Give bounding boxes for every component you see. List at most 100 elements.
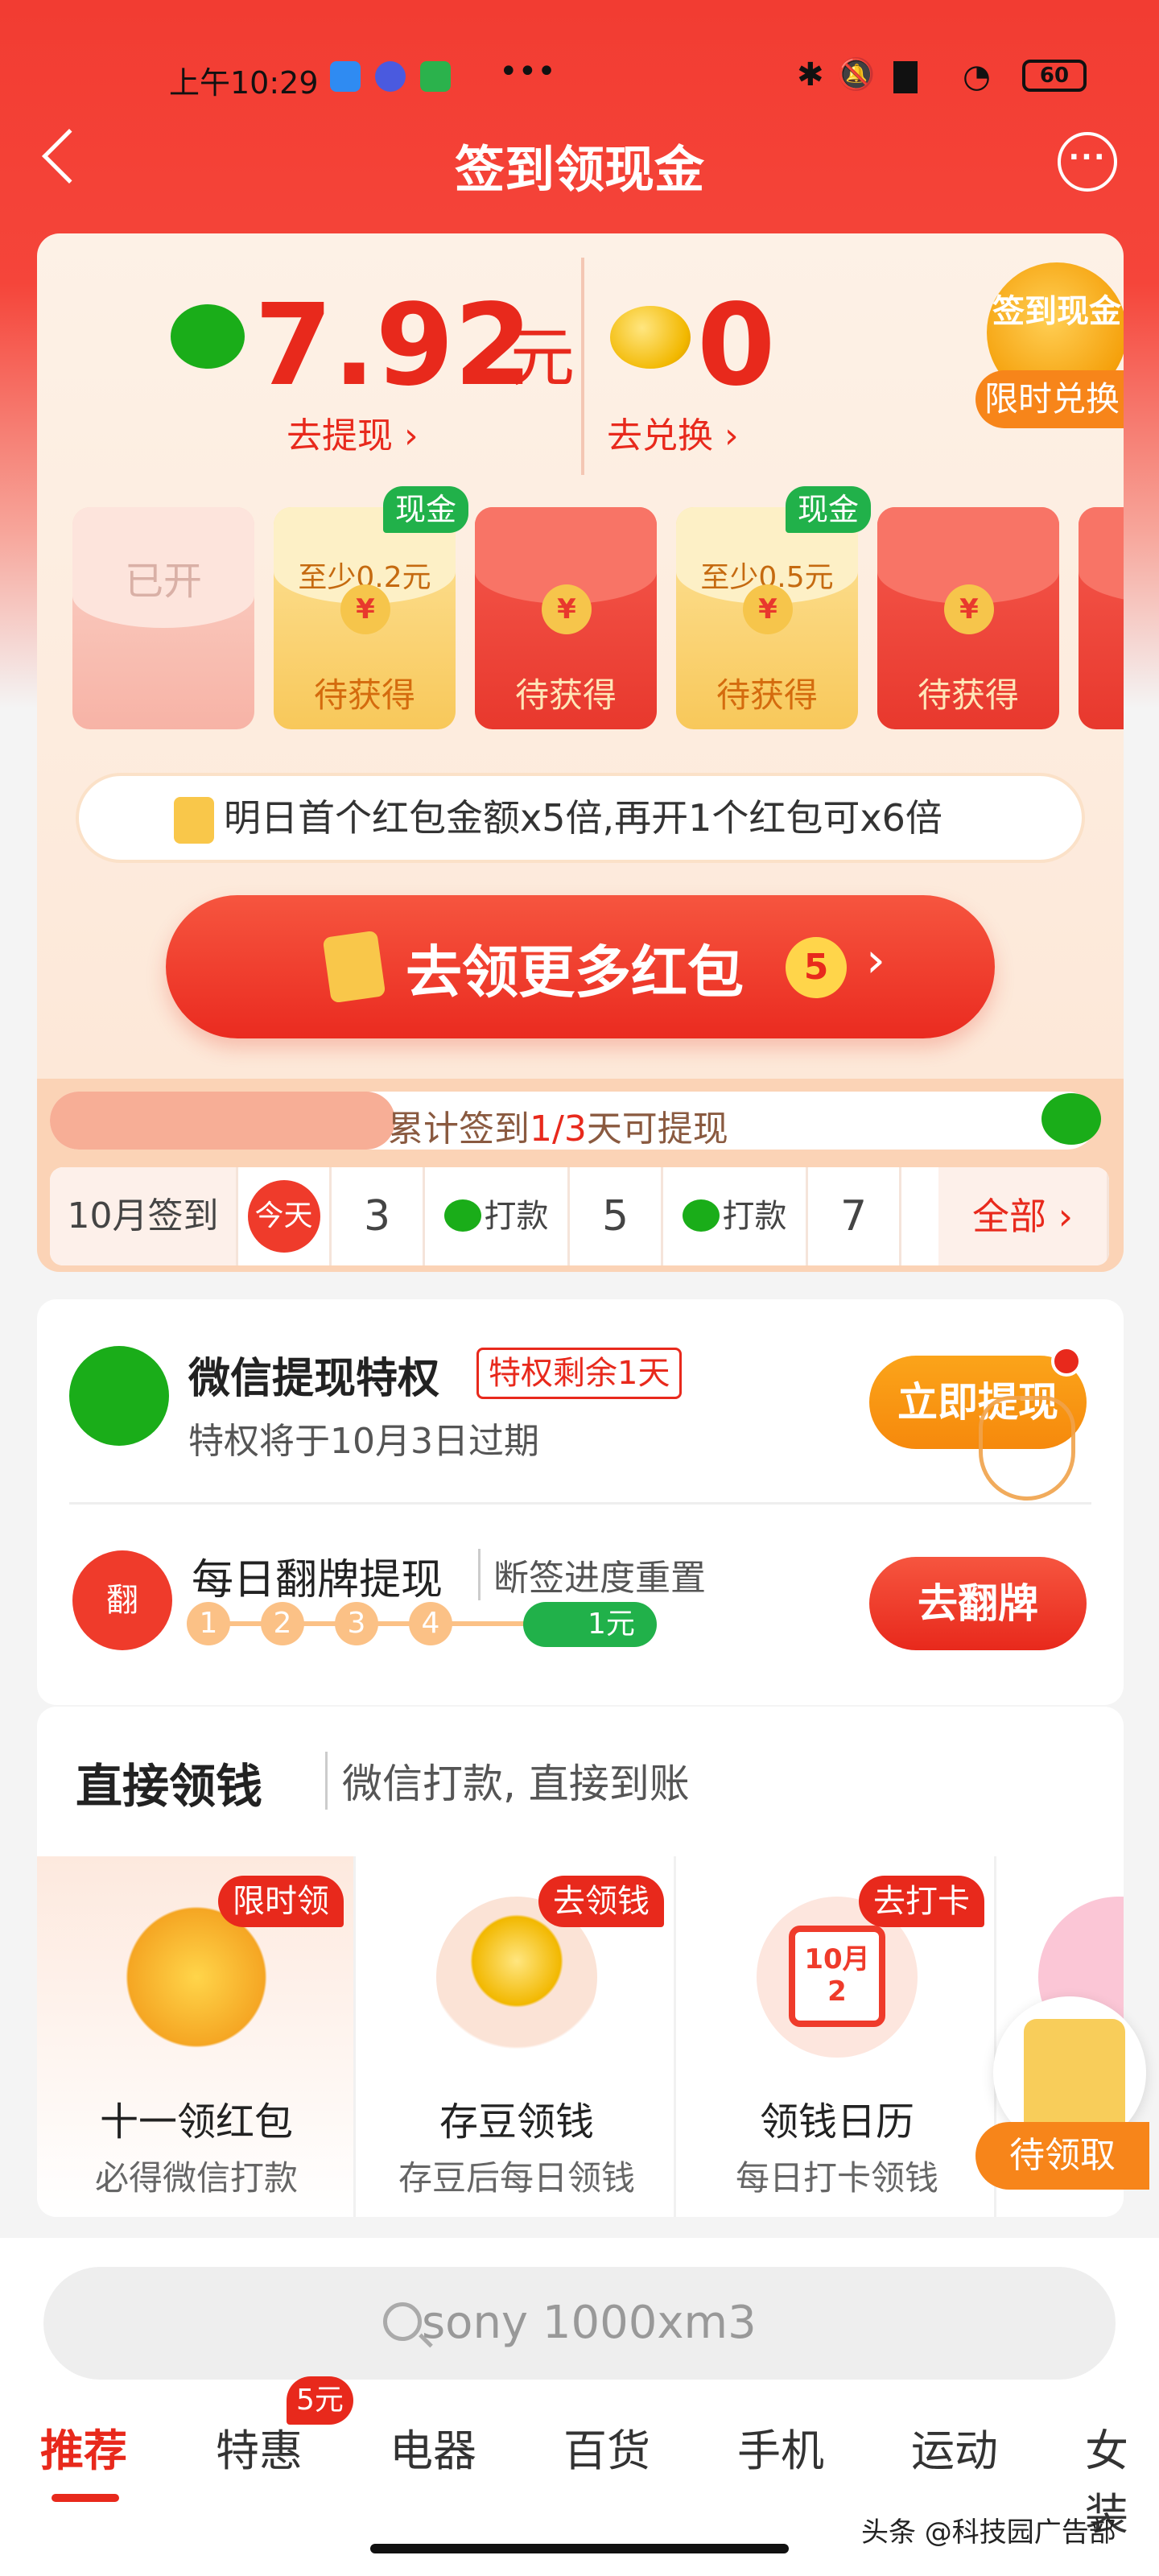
red-envelope-icon	[322, 930, 386, 1004]
active-tab-indicator	[52, 2494, 119, 2502]
day-payout: 打款	[663, 1167, 808, 1265]
more-envelopes-label: 去领更多红包	[406, 939, 744, 1005]
tile-name: 存豆领钱	[439, 2099, 594, 2145]
tile-desc: 每日打卡领钱	[735, 2158, 938, 2198]
view-all-button[interactable]: 全部 ›	[938, 1167, 1109, 1265]
progress-bar: 累计签到1/3天可提现	[50, 1092, 1101, 1150]
tab-recommend[interactable]: 推荐	[40, 2415, 127, 2479]
wifi-icon: ◔	[963, 58, 991, 95]
notification-dot	[1051, 1346, 1082, 1377]
month-signin-label: 10月签到	[50, 1167, 238, 1265]
pending-envelope-float[interactable]: 待领取	[975, 1996, 1149, 2206]
envelope-red[interactable]: ¥ 待获得	[877, 507, 1059, 729]
progress-text: 累计签到1/3天可提现	[388, 1108, 728, 1150]
envelope-red[interactable]: ¥ 待获得	[475, 507, 657, 729]
flip-steps: 1 2 3 4 1元	[187, 1602, 670, 1650]
signin-calendar-strip: 10月签到 今天 3 打款 5 打款 7 全部 ›	[50, 1167, 1109, 1265]
status-time: 上午10:29	[169, 65, 319, 101]
tab-appliances[interactable]: 电器	[390, 2415, 476, 2479]
divider	[581, 258, 584, 475]
pending-label: 待领取	[975, 2122, 1149, 2190]
calendar-date: 10月 2	[789, 1926, 885, 2027]
progress-fill	[50, 1092, 395, 1150]
nav-bar: 签到领现金 ···	[0, 121, 1159, 209]
more-envelopes-button[interactable]: 去领更多红包 5 ›	[166, 895, 995, 1038]
step: 2	[261, 1602, 304, 1645]
direct-money-card: 直接领钱 微信打款, 直接到账 限时领 十一领红包 必得微信打款 去领钱 存豆领…	[37, 1707, 1124, 2217]
withdraw-tasks-card: 微信提现特权 特权剩余1天 特权将于10月3日过期 立即提现 翻 每日翻牌提现 …	[37, 1299, 1124, 1705]
envelope-label: 待获得	[716, 675, 818, 715]
yen-coin-icon: ¥	[340, 584, 390, 634]
tile-desc: 存豆后每日领钱	[398, 2158, 635, 2198]
tab-general-goods[interactable]: 百货	[563, 2415, 650, 2479]
day-5: 5	[570, 1167, 663, 1265]
bonus-tip-text: 明日首个红包金额x5倍,再开1个红包可x6倍	[224, 796, 942, 840]
status-bar: 上午10:29 ••• ✱ 🔕 ◔ 60	[0, 48, 1159, 113]
envelope-label: 已开	[124, 559, 202, 604]
cash-tag: 现金	[383, 486, 468, 533]
step: 4	[409, 1602, 452, 1645]
divider	[69, 1502, 1091, 1505]
bean-balance: 0	[697, 280, 776, 411]
bean-icon	[610, 306, 691, 369]
signin-progress-section: 累计签到1/3天可提现 10月签到 今天 3 打款 5 打款 7 全部 ›	[37, 1079, 1124, 1272]
yen-coin-icon: ¥	[542, 584, 592, 634]
section-title: 直接领钱	[76, 1759, 263, 1814]
step: 1	[187, 1602, 230, 1645]
tile-tag: 去领钱	[538, 1876, 664, 1927]
tab-badge: 5元	[287, 2376, 353, 2425]
envelope-cash[interactable]: 至少0.2元 ¥ 待获得 现金	[274, 486, 468, 729]
red-envelope-icon	[174, 797, 214, 844]
chevron-right-icon: ›	[866, 932, 885, 989]
cash-tag: 现金	[786, 486, 871, 533]
tile-name: 领钱日历	[759, 2099, 914, 2145]
day-today: 今天	[238, 1167, 332, 1265]
flip-reward: 1元	[523, 1602, 657, 1647]
privilege-subtitle: 特权将于10月3日过期	[188, 1421, 539, 1462]
battery-icon: 60	[1022, 60, 1087, 92]
withdraw-link[interactable]: 去提现 ›	[287, 407, 419, 458]
tab-sports[interactable]: 运动	[911, 2415, 998, 2479]
envelope-row: 已开 至少0.2元 ¥ 待获得 现金 ¥ 待获得 至少0.5元 ¥ 待获得 现金…	[72, 486, 1124, 733]
search-input[interactable]: sony 1000xm3	[43, 2267, 1116, 2380]
cash-unit: 元	[510, 320, 575, 395]
envelope-opened: 已开	[72, 507, 254, 729]
envelope-label: 待获得	[514, 675, 617, 715]
signal-icon	[893, 61, 942, 93]
watermark: 头条 @科技园广告部	[861, 2516, 1116, 2549]
envelope-label: 待获得	[917, 675, 1019, 715]
wechat-icon	[1041, 1093, 1101, 1145]
envelope-partial	[1079, 507, 1124, 729]
tab-phones[interactable]: 手机	[737, 2415, 824, 2479]
section-subtitle: 微信打款, 直接到账	[325, 1752, 690, 1810]
tile-desc: 必得微信打款	[94, 2158, 298, 2198]
tile-money-calendar[interactable]: 10月 2 去打卡 领钱日历 每日打卡领钱	[678, 1856, 996, 2217]
exchange-link[interactable]: 去兑换 ›	[607, 407, 739, 458]
category-tabs: 推荐 特惠 5元 电器 百货 手机 运动 女装	[0, 2376, 1159, 2540]
bluetooth-icon: ✱	[797, 56, 824, 93]
envelope-cash[interactable]: 至少0.5元 ¥ 待获得 现金	[676, 486, 871, 729]
tile-tag: 限时领	[218, 1876, 344, 1927]
envelope-count-badge: 5	[786, 937, 847, 998]
flip-title: 每日翻牌提现	[192, 1556, 443, 1604]
flip-button[interactable]: 去翻牌	[869, 1557, 1087, 1650]
home-indicator[interactable]	[370, 2544, 789, 2553]
day-3: 3	[332, 1167, 425, 1265]
privilege-badge: 特权剩余1天	[476, 1348, 683, 1399]
flip-card-icon: 翻	[72, 1550, 172, 1650]
tile-bean-savings[interactable]: 去领钱 存豆领钱 存豆后每日领钱	[357, 1856, 676, 2217]
limited-exchange-tag[interactable]: 限时兑换	[975, 370, 1124, 428]
signin-card: 7.92 元 去提现 › 0 去兑换 › 签到现金 限时兑换 已开 至少0.2元…	[37, 233, 1124, 1272]
day-7: 7	[808, 1167, 901, 1265]
mute-icon: 🔕	[837, 56, 876, 92]
cash-balance: 7.92	[254, 280, 533, 411]
wechat-icon	[171, 304, 245, 369]
pointing-hand-icon	[979, 1396, 1075, 1501]
more-notifications-icon: •••	[499, 53, 556, 90]
more-options-button[interactable]: ···	[1058, 132, 1117, 192]
page-title: 签到领现金	[454, 140, 704, 199]
tile-envelope-tree[interactable]: 限时领 十一领红包 必得微信打款	[37, 1856, 356, 2217]
flip-subtitle: 断签进度重置	[478, 1549, 706, 1600]
search-icon	[383, 2302, 422, 2341]
tile-name: 十一领红包	[99, 2099, 293, 2145]
